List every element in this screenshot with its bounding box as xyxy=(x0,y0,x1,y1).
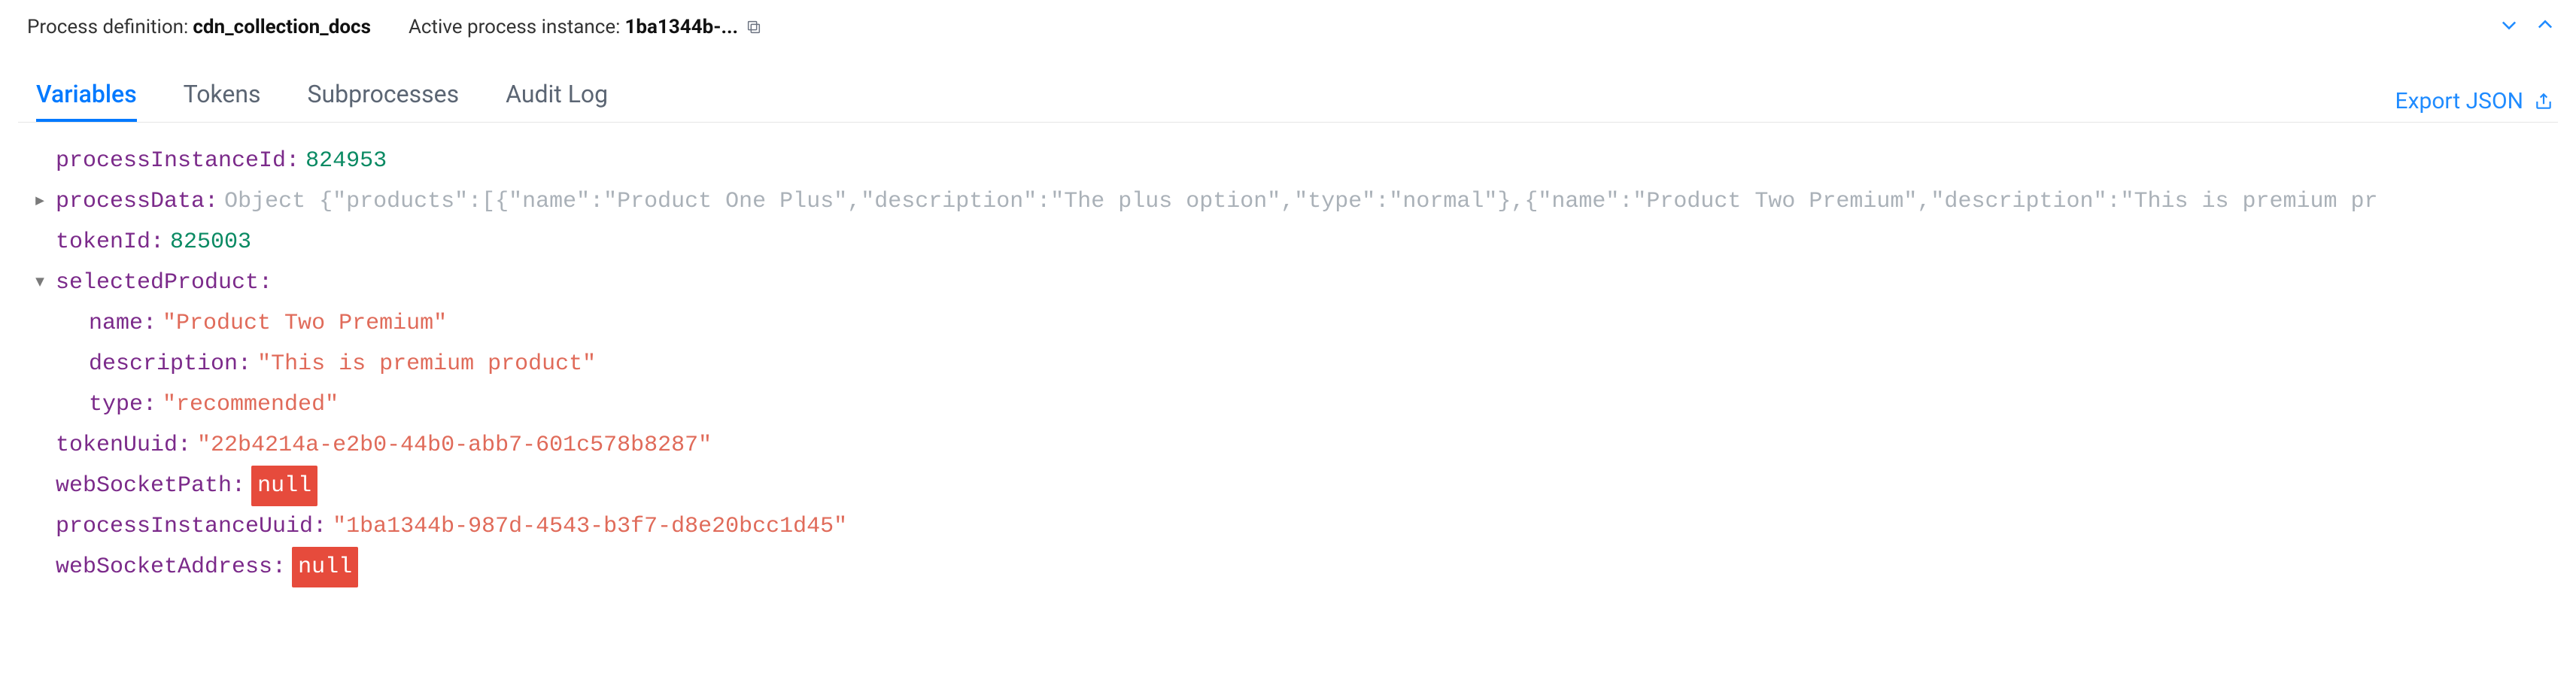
var-row-processInstanceUuid: processInstanceUuid: "1ba1344b-987d-4543… xyxy=(33,506,2543,547)
process-definition-value: cdn_collection_docs xyxy=(193,16,371,38)
active-instance-value: 1ba1344b-... xyxy=(624,16,738,38)
var-key: type xyxy=(89,384,143,425)
tabs: Variables Tokens Subprocesses Audit Log … xyxy=(18,69,2558,123)
var-key: tokenId xyxy=(56,222,150,263)
export-json-link[interactable]: Export JSON xyxy=(2395,88,2523,114)
active-instance-label: Active process instance: xyxy=(409,16,621,38)
var-row-processData: ▸ processData: Object {"products":[{"nam… xyxy=(33,181,2543,222)
var-key: processInstanceUuid xyxy=(56,506,313,547)
var-row-selectedProduct-description: description: "This is premium product" xyxy=(33,344,2543,384)
var-value-null: null xyxy=(292,547,358,587)
chevron-up-icon[interactable] xyxy=(2532,12,2558,38)
tab-variables[interactable]: Variables xyxy=(36,69,137,122)
var-key: processData xyxy=(56,181,205,222)
var-value: "22b4214a-e2b0-44b0-abb7-601c578b8287" xyxy=(197,425,712,466)
var-key: webSocketAddress xyxy=(56,547,272,587)
var-key: selectedProduct xyxy=(56,263,259,303)
var-key: name xyxy=(89,303,143,344)
var-key: description xyxy=(89,344,238,384)
variables-tree: processInstanceId: 824953 ▸ processData:… xyxy=(18,123,2558,595)
var-row-tokenId: tokenId: 825003 xyxy=(33,222,2543,263)
var-key: processInstanceId xyxy=(56,141,286,181)
var-row-tokenUuid: tokenUuid: "22b4214a-e2b0-44b0-abb7-601c… xyxy=(33,425,2543,466)
caret-right-icon[interactable]: ▸ xyxy=(33,181,56,222)
var-row-webSocketPath: webSocketPath: null xyxy=(33,466,2543,506)
var-value: "recommended" xyxy=(163,384,339,425)
process-definition-label: Process definition: xyxy=(27,16,188,38)
var-row-webSocketAddress: webSocketAddress: null xyxy=(33,547,2543,587)
tab-tokens[interactable]: Tokens xyxy=(184,69,261,122)
tab-subprocesses[interactable]: Subprocesses xyxy=(308,69,460,122)
var-preview: Object {"products":[{"name":"Product One… xyxy=(224,181,2543,222)
var-value: "Product Two Premium" xyxy=(163,303,447,344)
var-value: 825003 xyxy=(170,222,251,263)
caret-down-icon[interactable]: ▾ xyxy=(33,263,56,303)
share-icon[interactable] xyxy=(2534,92,2553,111)
var-row-selectedProduct: ▾ selectedProduct: xyxy=(33,263,2543,303)
var-row-selectedProduct-type: type: "recommended" xyxy=(33,384,2543,425)
var-value: 824953 xyxy=(305,141,387,181)
var-key: webSocketPath xyxy=(56,466,232,506)
var-value: "This is premium product" xyxy=(257,344,596,384)
copy-icon[interactable] xyxy=(746,19,762,35)
var-key: tokenUuid xyxy=(56,425,178,466)
chevron-down-icon[interactable] xyxy=(2496,12,2522,38)
var-row-selectedProduct-name: name: "Product Two Premium" xyxy=(33,303,2543,344)
var-row-processInstanceId: processInstanceId: 824953 xyxy=(33,141,2543,181)
process-header: Process definition: cdn_collection_docs … xyxy=(18,12,2558,42)
var-value: "1ba1344b-987d-4543-b3f7-d8e20bcc1d45" xyxy=(333,506,847,547)
var-value-null: null xyxy=(251,466,317,506)
tab-audit-log[interactable]: Audit Log xyxy=(506,69,608,122)
